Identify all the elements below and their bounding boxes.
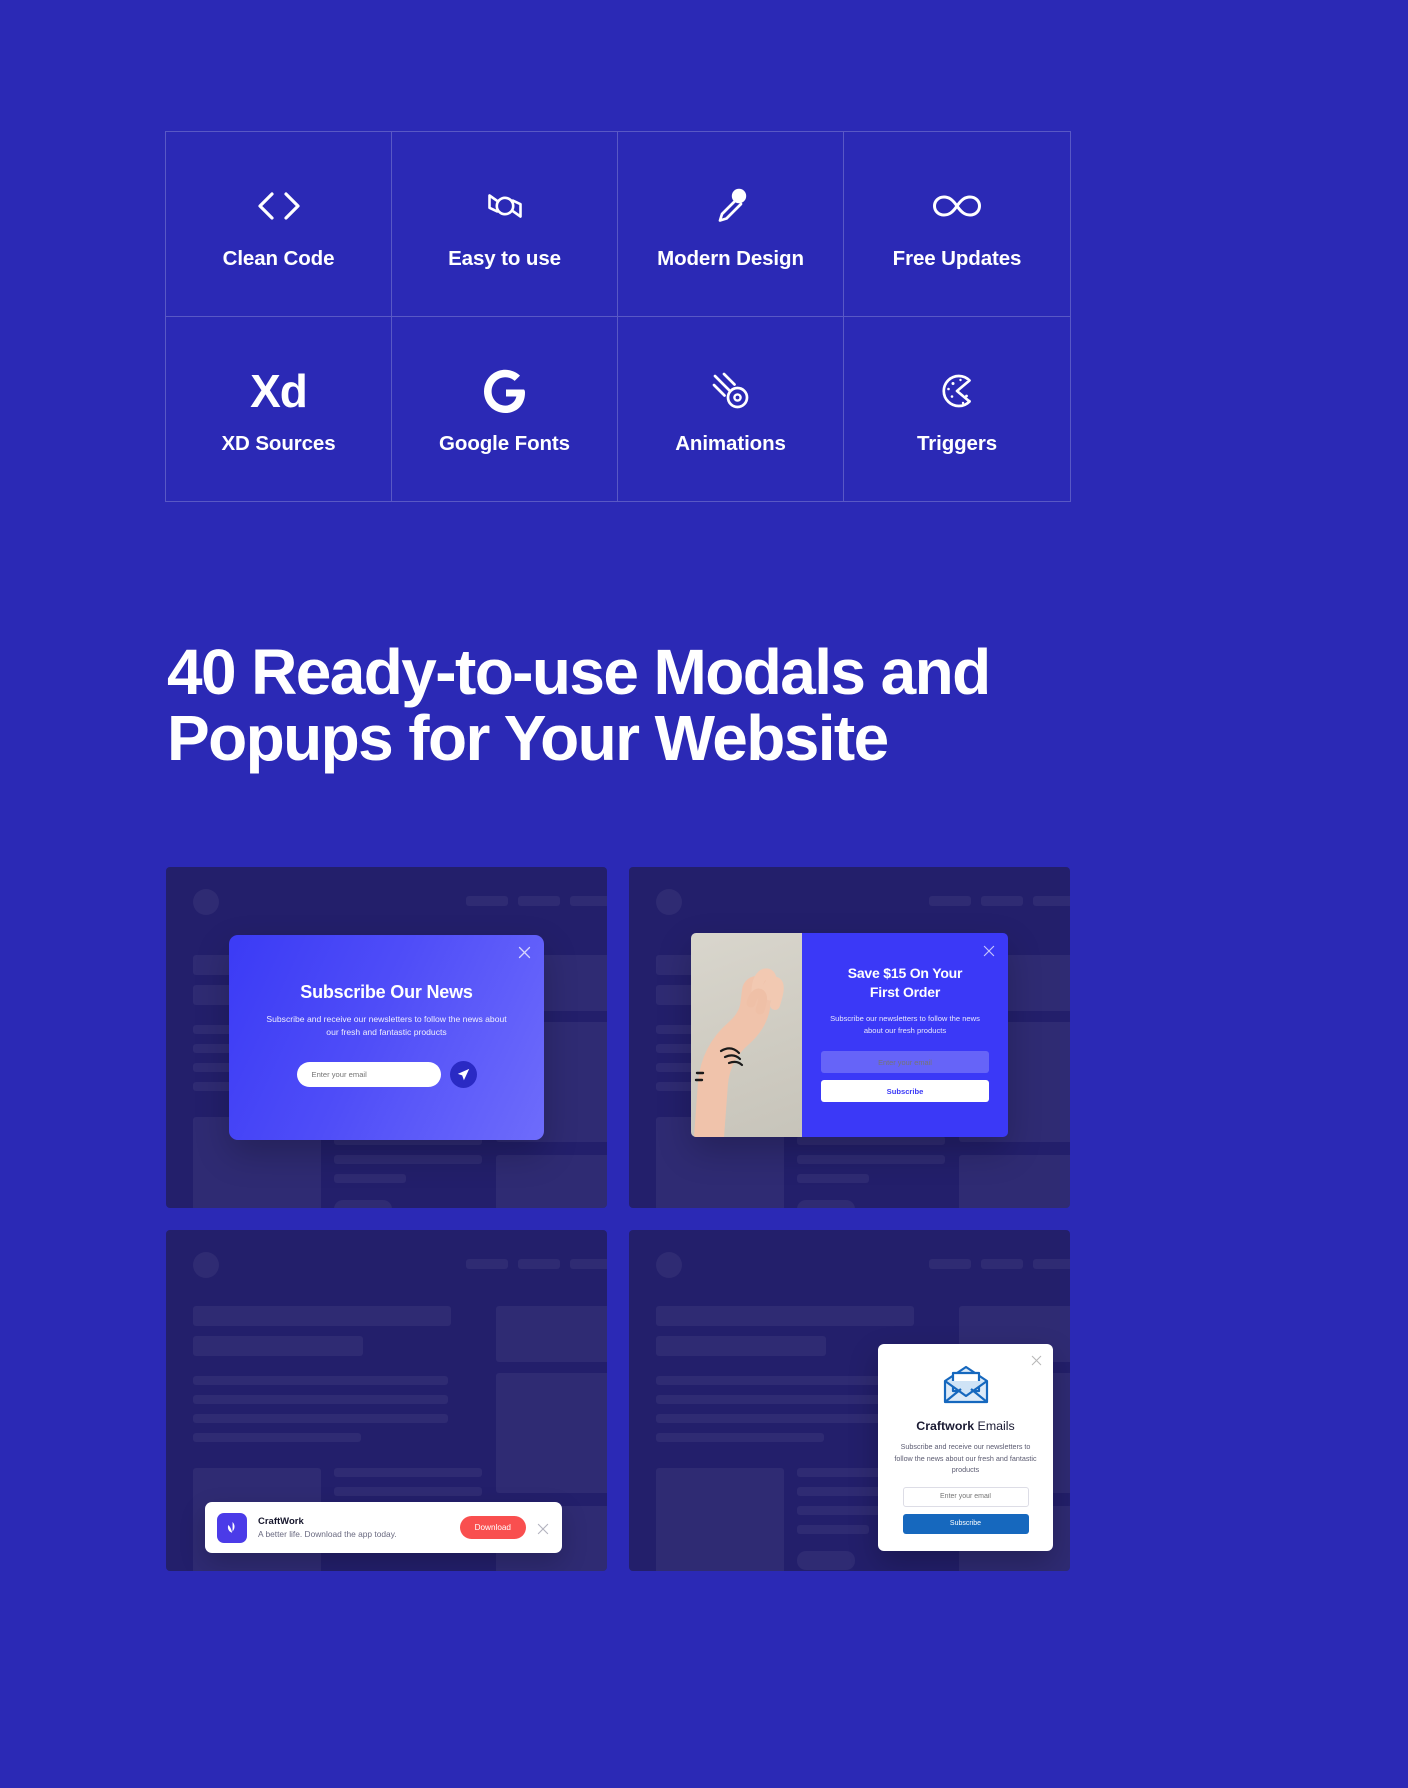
- email-input[interactable]: [821, 1051, 989, 1074]
- craftwork-leaf-icon: [217, 1512, 247, 1543]
- modal-title-rest: Emails: [974, 1419, 1015, 1433]
- craftwork-emails-modal[interactable]: Craftwork Emails Subscribe and receive o…: [878, 1344, 1053, 1551]
- infinity-icon: [928, 175, 986, 237]
- showcase-grid: Subscribe Our News Subscribe and receive…: [166, 867, 1070, 1571]
- feature-cell-easy-to-use[interactable]: Easy to use: [392, 132, 618, 317]
- showcase-card-save-15[interactable]: Save $15 On Your First Order Subscribe o…: [629, 867, 1070, 1208]
- email-input[interactable]: [296, 1061, 441, 1087]
- download-button[interactable]: Download: [459, 1516, 526, 1539]
- modal-title: Subscribe Our News: [300, 982, 473, 1002]
- close-icon[interactable]: [1031, 1353, 1042, 1366]
- showcase-card-subscribe-our-news[interactable]: Subscribe Our News Subscribe and receive…: [166, 867, 607, 1208]
- feature-cell-triggers[interactable]: Triggers: [844, 317, 1070, 502]
- candy-icon: [483, 175, 527, 237]
- feature-grid: Clean Code Easy to use Modern Design Fre…: [165, 131, 1071, 502]
- modal-title: Craftwork Emails: [878, 1419, 1053, 1433]
- modal-hero-photo: [691, 933, 802, 1137]
- paper-plane-icon: [457, 1068, 469, 1080]
- cursor-click-icon: [936, 360, 978, 422]
- feature-label: Triggers: [916, 431, 998, 455]
- modal-title-line-1: Save $15 On Your: [847, 965, 963, 981]
- feature-cell-animations[interactable]: Animations: [618, 316, 844, 501]
- subscribe-form: [229, 1060, 544, 1088]
- craftwork-download-banner[interactable]: CraftWork A better life. Download the ap…: [205, 1502, 562, 1553]
- feature-label: Free Updates: [892, 246, 1022, 270]
- feature-label: XD Sources: [221, 431, 336, 455]
- subscribe-news-modal[interactable]: Subscribe Our News Subscribe and receive…: [229, 935, 544, 1140]
- feature-label: Google Fonts: [439, 431, 570, 455]
- feature-label: Easy to use: [448, 246, 561, 270]
- subscribe-button[interactable]: Subscribe: [902, 1513, 1029, 1534]
- modal-title-brand: Craftwork: [916, 1419, 975, 1433]
- save-15-content: Save $15 On Your First Order Subscribe o…: [802, 933, 1008, 1137]
- feature-cell-xd-sources[interactable]: Xd XD Sources: [166, 316, 392, 501]
- email-input[interactable]: [902, 1486, 1029, 1507]
- eyedropper-icon: [713, 175, 749, 237]
- page-title: 40 Ready-to-use Modals and Popups for Yo…: [167, 636, 1127, 774]
- headline-line-1: 40 Ready-to-use Modals and: [167, 636, 991, 708]
- headline-line-2: Popups for Your Website: [167, 701, 889, 774]
- feature-cell-clean-code[interactable]: Clean Code: [166, 132, 392, 317]
- app-tagline: A better life. Download the app today.: [258, 1529, 397, 1539]
- app-name: CraftWork: [258, 1516, 304, 1527]
- modal-title: Save $15 On Your First Order: [828, 964, 982, 1002]
- feature-label: Clean Code: [222, 246, 335, 270]
- close-icon[interactable]: [518, 946, 531, 959]
- feature-label: Modern Design: [657, 246, 804, 270]
- google-g-icon: [483, 360, 527, 422]
- close-icon[interactable]: [983, 944, 995, 957]
- feature-cell-modern-design[interactable]: Modern Design: [618, 132, 844, 317]
- subscribe-button[interactable]: Subscribe: [821, 1080, 989, 1103]
- modal-title-line-2: First Order: [869, 983, 941, 1000]
- feature-cell-free-updates[interactable]: Free Updates: [844, 132, 1070, 317]
- showcase-card-craftwork-emails[interactable]: Craftwork Emails Subscribe and receive o…: [629, 1230, 1070, 1571]
- modal-body-text: Subscribe and receive our newsletters to…: [266, 1014, 507, 1038]
- modal-body-text: Subscribe our newsletters to follow the …: [830, 1013, 980, 1035]
- close-icon[interactable]: [537, 1522, 549, 1534]
- showcase-card-craftwork-download[interactable]: CraftWork A better life. Download the ap…: [166, 1230, 607, 1571]
- banner-text: CraftWork A better life. Download the ap…: [258, 1516, 449, 1539]
- feature-label: Animations: [675, 431, 786, 455]
- open-envelope-icon: [878, 1344, 1053, 1410]
- save-15-modal[interactable]: Save $15 On Your First Order Subscribe o…: [691, 933, 1008, 1137]
- adobe-xd-wordmark: Xd: [250, 364, 308, 417]
- modal-body-text: Subscribe and receive our newsletters to…: [894, 1442, 1037, 1475]
- adobe-xd-icon: Xd: [250, 360, 308, 422]
- send-button[interactable]: [449, 1060, 477, 1088]
- comet-icon: [710, 360, 752, 422]
- code-brackets-icon: [255, 175, 303, 237]
- feature-cell-google-fonts[interactable]: Google Fonts: [392, 316, 618, 501]
